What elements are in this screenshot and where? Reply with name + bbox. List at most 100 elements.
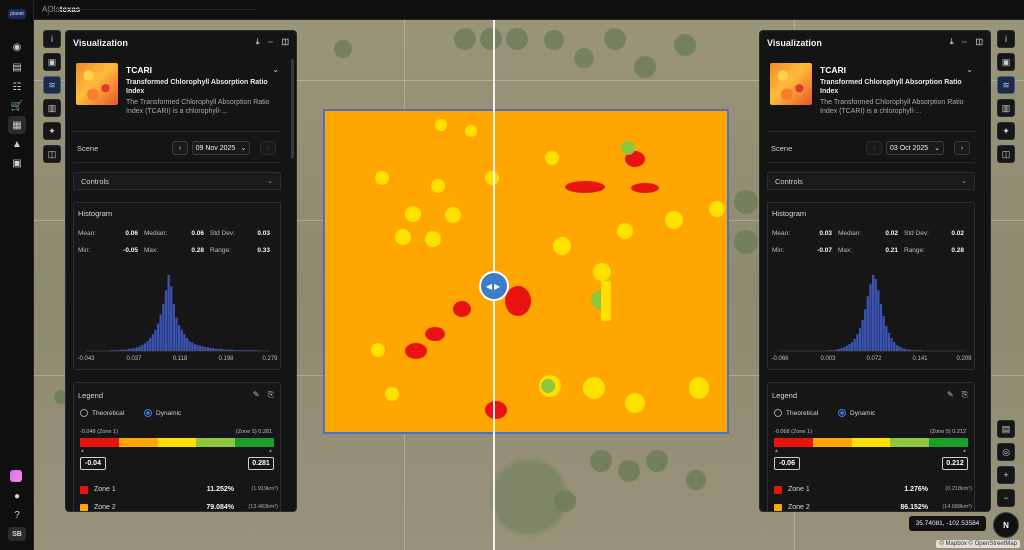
split-view-tool-icon[interactable]: ◫ [43, 145, 61, 163]
download-icon[interactable]: ⤓ [950, 37, 954, 47]
color-ramp[interactable] [80, 438, 274, 447]
stat-label: Range: [210, 247, 231, 254]
layer-card[interactable]: TCARI Transformed Chlorophyll Absorption… [73, 57, 281, 123]
min-handle-icon[interactable]: ▲ [80, 448, 85, 454]
crop-circle [646, 450, 668, 472]
split-view-tool-icon[interactable]: ◫ [997, 145, 1015, 163]
ramp-zone3 [851, 438, 891, 447]
cart-nav-icon[interactable]: 🛒 [8, 97, 26, 115]
max-handle-icon[interactable]: ▲ [962, 448, 967, 454]
layers-tool-icon[interactable]: ≋ [997, 76, 1015, 94]
stat-label: Mean: [78, 230, 97, 237]
stat-label: Median: [144, 230, 168, 237]
user-avatar[interactable]: SB [8, 527, 26, 541]
store-nav-icon[interactable]: ▣ [8, 154, 26, 172]
min-value-input[interactable]: -0.04 [80, 457, 106, 470]
chevron-down-icon: ⌄ [240, 145, 247, 152]
next-scene-button[interactable]: › [260, 141, 276, 155]
histogram-bar [156, 323, 160, 351]
controls-accordion[interactable]: Controls ⌄ [767, 172, 975, 190]
map-nav-icon[interactable]: ▦ [8, 116, 26, 134]
panel-actions: ⤓ ⇔ ◫ [950, 37, 983, 47]
legend-title: Legend [78, 391, 104, 400]
zone-max-caption: (Zone 5) 0.212 [929, 429, 966, 435]
monitor-nav-icon[interactable]: ▤ [8, 58, 26, 76]
export-icon[interactable]: ⎘ [962, 390, 968, 400]
chart-tool-icon[interactable]: ▥ [43, 99, 61, 117]
max-value-input[interactable]: 0.212 [942, 457, 968, 470]
min-handle-icon[interactable]: ▲ [774, 448, 779, 454]
radio-theoretical[interactable]: Theoretical [774, 409, 818, 417]
scene-date-select[interactable]: 09 Nov 2025 ⌄ [192, 141, 250, 155]
scene-date-select[interactable]: 03 Oct 2025 ⌄ [886, 141, 944, 155]
planet-logo[interactable]: planet [8, 9, 26, 19]
panel-actions: ⤓ ⇔ ◫ [256, 37, 289, 47]
histogram-bar [840, 347, 843, 351]
layer-card[interactable]: TCARI Transformed Chlorophyll Absorption… [767, 57, 975, 123]
locate-icon[interactable]: ◎ [997, 443, 1015, 461]
image-tool-icon[interactable]: ▣ [43, 53, 61, 71]
image-tool-icon[interactable]: ▣ [997, 53, 1015, 71]
sidebar-icon[interactable]: ◫ [975, 37, 983, 47]
raster-patch [631, 183, 659, 193]
histogram-bar [141, 344, 144, 351]
ai-assistant-icon[interactable] [10, 470, 22, 482]
controls-accordion[interactable]: Controls ⌄ [73, 172, 281, 190]
collapse-icon[interactable]: ⇔ [960, 37, 968, 47]
radio-label: Dynamic [850, 409, 876, 417]
download-icon[interactable]: ⤓ [256, 37, 260, 47]
radio-dynamic[interactable]: Dynamic [144, 409, 181, 417]
tasks-nav-icon[interactable]: ☷ [8, 78, 26, 96]
radio-dynamic[interactable]: Dynamic [838, 409, 875, 417]
notification-icon[interactable]: ● [8, 487, 26, 505]
max-value-input[interactable]: 0.281 [248, 457, 274, 470]
chevron-down-icon[interactable]: ⌄ [272, 65, 279, 74]
max-value: 0.21 [885, 247, 898, 254]
zone-area: (0.218km²) [945, 486, 972, 492]
tick-label: -0.043 [77, 356, 95, 362]
graph-nav-icon[interactable]: ▲ [8, 135, 26, 153]
min-value-input[interactable]: -0.06 [774, 457, 800, 470]
collapse-icon[interactable]: ⇔ [266, 37, 274, 47]
info-tool-icon[interactable]: i [43, 30, 61, 48]
raster-patch [625, 393, 645, 413]
raster-patch [565, 181, 605, 193]
panel-scrollbar[interactable] [291, 59, 294, 159]
chevron-down-icon[interactable]: ⌄ [966, 65, 973, 74]
tcari-raster-overlay [323, 109, 729, 434]
sparkle-tool-icon[interactable]: ✦ [43, 122, 61, 140]
zoom-in-button[interactable]: + [997, 466, 1015, 484]
radio-theoretical[interactable]: Theoretical [80, 409, 124, 417]
chart-tool-icon[interactable]: ▥ [997, 99, 1015, 117]
color-ramp[interactable] [774, 438, 968, 447]
crop-circle [574, 48, 594, 68]
histogram-bar [162, 303, 165, 351]
max-handle-icon[interactable]: ▲ [268, 448, 273, 454]
histogram-title: Histogram [78, 209, 113, 218]
edit-icon[interactable]: ✎ [947, 390, 954, 400]
map-attribution[interactable]: © Mapbox © OpenStreetMap [936, 540, 1020, 548]
zone-name: Zone 2 [788, 504, 810, 511]
global-nav: planet ◉ ▤ ☷ 🛒 ▦ ▲ ▣ ● ? SB [0, 0, 34, 550]
prev-scene-button[interactable]: ‹ [172, 141, 188, 155]
zone-percent: 79.084% [206, 504, 234, 511]
histogram-bar [199, 345, 202, 351]
swipe-handle[interactable]: ◀▶ [479, 271, 509, 301]
scene-label: Scene [771, 144, 793, 153]
crop-circle [686, 470, 706, 490]
prev-scene-button[interactable]: ‹ [866, 141, 882, 155]
help-icon[interactable]: ? [8, 506, 26, 524]
ramp-zone1 [774, 438, 813, 447]
export-icon[interactable]: ⎘ [268, 390, 274, 400]
compass-icon[interactable]: N [993, 512, 1019, 538]
next-scene-button[interactable]: › [954, 141, 970, 155]
sparkle-tool-icon[interactable]: ✦ [997, 122, 1015, 140]
layers-tool-icon[interactable]: ≋ [43, 76, 61, 94]
compass-nav-icon[interactable]: ◉ [8, 38, 26, 56]
info-tool-icon[interactable]: i [997, 30, 1015, 48]
basemap-icon[interactable]: ▤ [997, 420, 1015, 438]
edit-icon[interactable]: ✎ [253, 390, 260, 400]
sidebar-icon[interactable]: ◫ [281, 37, 289, 47]
zoom-out-button[interactable]: − [997, 489, 1015, 507]
stat-label: Mean: [772, 230, 791, 237]
